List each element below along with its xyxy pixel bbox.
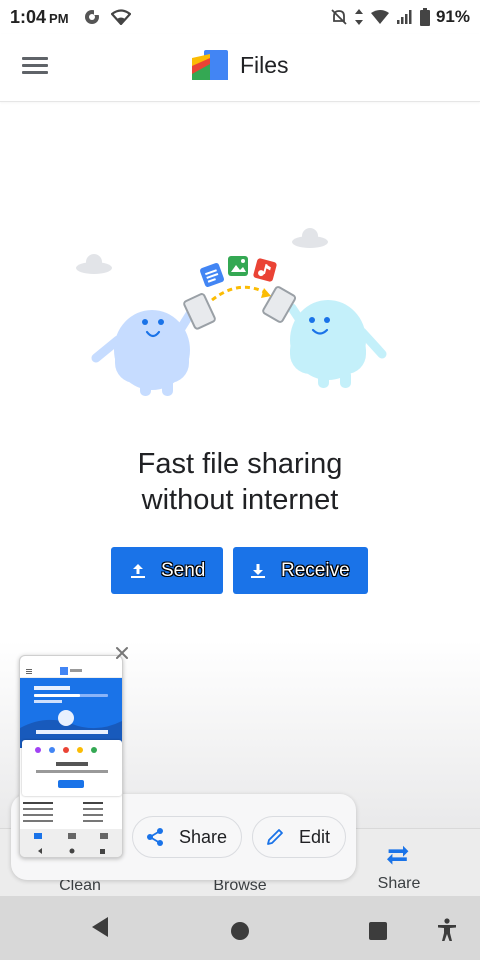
accessibility-icon[interactable]: [437, 918, 457, 942]
arc-arrowhead: [261, 288, 271, 298]
thumbnail-junk-card: [22, 740, 122, 796]
mute-bell-icon: [331, 9, 347, 25]
app-title-text: Files: [240, 51, 289, 78]
screenshot-share-button[interactable]: Share: [132, 816, 242, 858]
recents-icon[interactable]: [368, 921, 388, 941]
menu-icon[interactable]: [20, 54, 50, 80]
cloud-left-icon: [76, 254, 112, 274]
thumbnail-storage-banner: [20, 678, 122, 748]
battery-percent: 91%: [435, 7, 470, 26]
headline: Fast file sharing without internet: [0, 446, 480, 518]
thumbnail-bottom-nav: [20, 829, 122, 857]
sharing-illustration: [76, 228, 387, 396]
download-icon: [251, 563, 265, 578]
status-time: 1:04 PM: [10, 7, 69, 28]
home-icon[interactable]: [230, 921, 250, 941]
headline-line-2: without internet: [141, 484, 339, 516]
transfer-arc: [211, 285, 269, 302]
data-arrows-icon: [354, 9, 363, 25]
close-icon[interactable]: [114, 645, 130, 661]
upload-icon: [131, 563, 145, 578]
files-logo-icon: [192, 50, 228, 80]
app-title: Files: [190, 50, 289, 80]
thumbnail-logo-icon: [26, 667, 82, 675]
wifi-signal-icon: [370, 10, 389, 24]
thumbnail-app-bar: [20, 664, 122, 678]
system-navigation-bar: [0, 896, 480, 960]
music-file-icon: [253, 258, 277, 282]
clock-time: 1:04: [10, 6, 47, 27]
clock-ampm: PM: [49, 10, 69, 26]
thumbnail-card-art: [35, 747, 108, 788]
share-arrows-icon: [387, 845, 409, 865]
right-character: [287, 300, 387, 388]
receive-button[interactable]: Receive: [233, 547, 368, 594]
right-phone-icon: [262, 286, 297, 323]
document-file-icon: [200, 263, 224, 287]
screenshot-edit-button[interactable]: Edit: [252, 816, 346, 858]
sync-icon: [84, 10, 99, 24]
app-bar: Files: [0, 34, 480, 102]
thumbnail-list-art: [23, 802, 103, 822]
battery-icon: [419, 8, 430, 26]
thumbnail-status-bar: [20, 656, 122, 664]
nav-item-share[interactable]: Share: [339, 835, 459, 893]
cell-signal-icon: [396, 10, 412, 24]
thumbnail-list: [23, 798, 121, 828]
receive-button-label: Receive: [281, 559, 350, 581]
pencil-icon: [267, 829, 283, 845]
left-character: [91, 309, 195, 396]
nav-label-share: Share: [377, 875, 421, 892]
screenshot-thumbnail[interactable]: [19, 655, 123, 858]
status-bar: 1:04 PM 91%: [0, 0, 480, 34]
thumbnail-banner-art: [20, 686, 122, 748]
send-button-label: Send: [161, 559, 206, 581]
headline-line-1: Fast file sharing: [137, 448, 343, 480]
notification-icons: [83, 8, 131, 26]
thumbnail-nav-art: [34, 833, 108, 854]
send-button[interactable]: Send: [111, 547, 223, 594]
edit-chip-label: Edit: [299, 826, 331, 847]
cloud-right-icon: [292, 228, 328, 248]
back-icon[interactable]: [90, 916, 110, 938]
wifi-icon: [110, 9, 131, 25]
share-icon: [147, 828, 163, 846]
share-chip-label: Share: [179, 826, 228, 847]
image-file-icon: [228, 256, 248, 276]
system-icons: 91%: [330, 7, 470, 27]
